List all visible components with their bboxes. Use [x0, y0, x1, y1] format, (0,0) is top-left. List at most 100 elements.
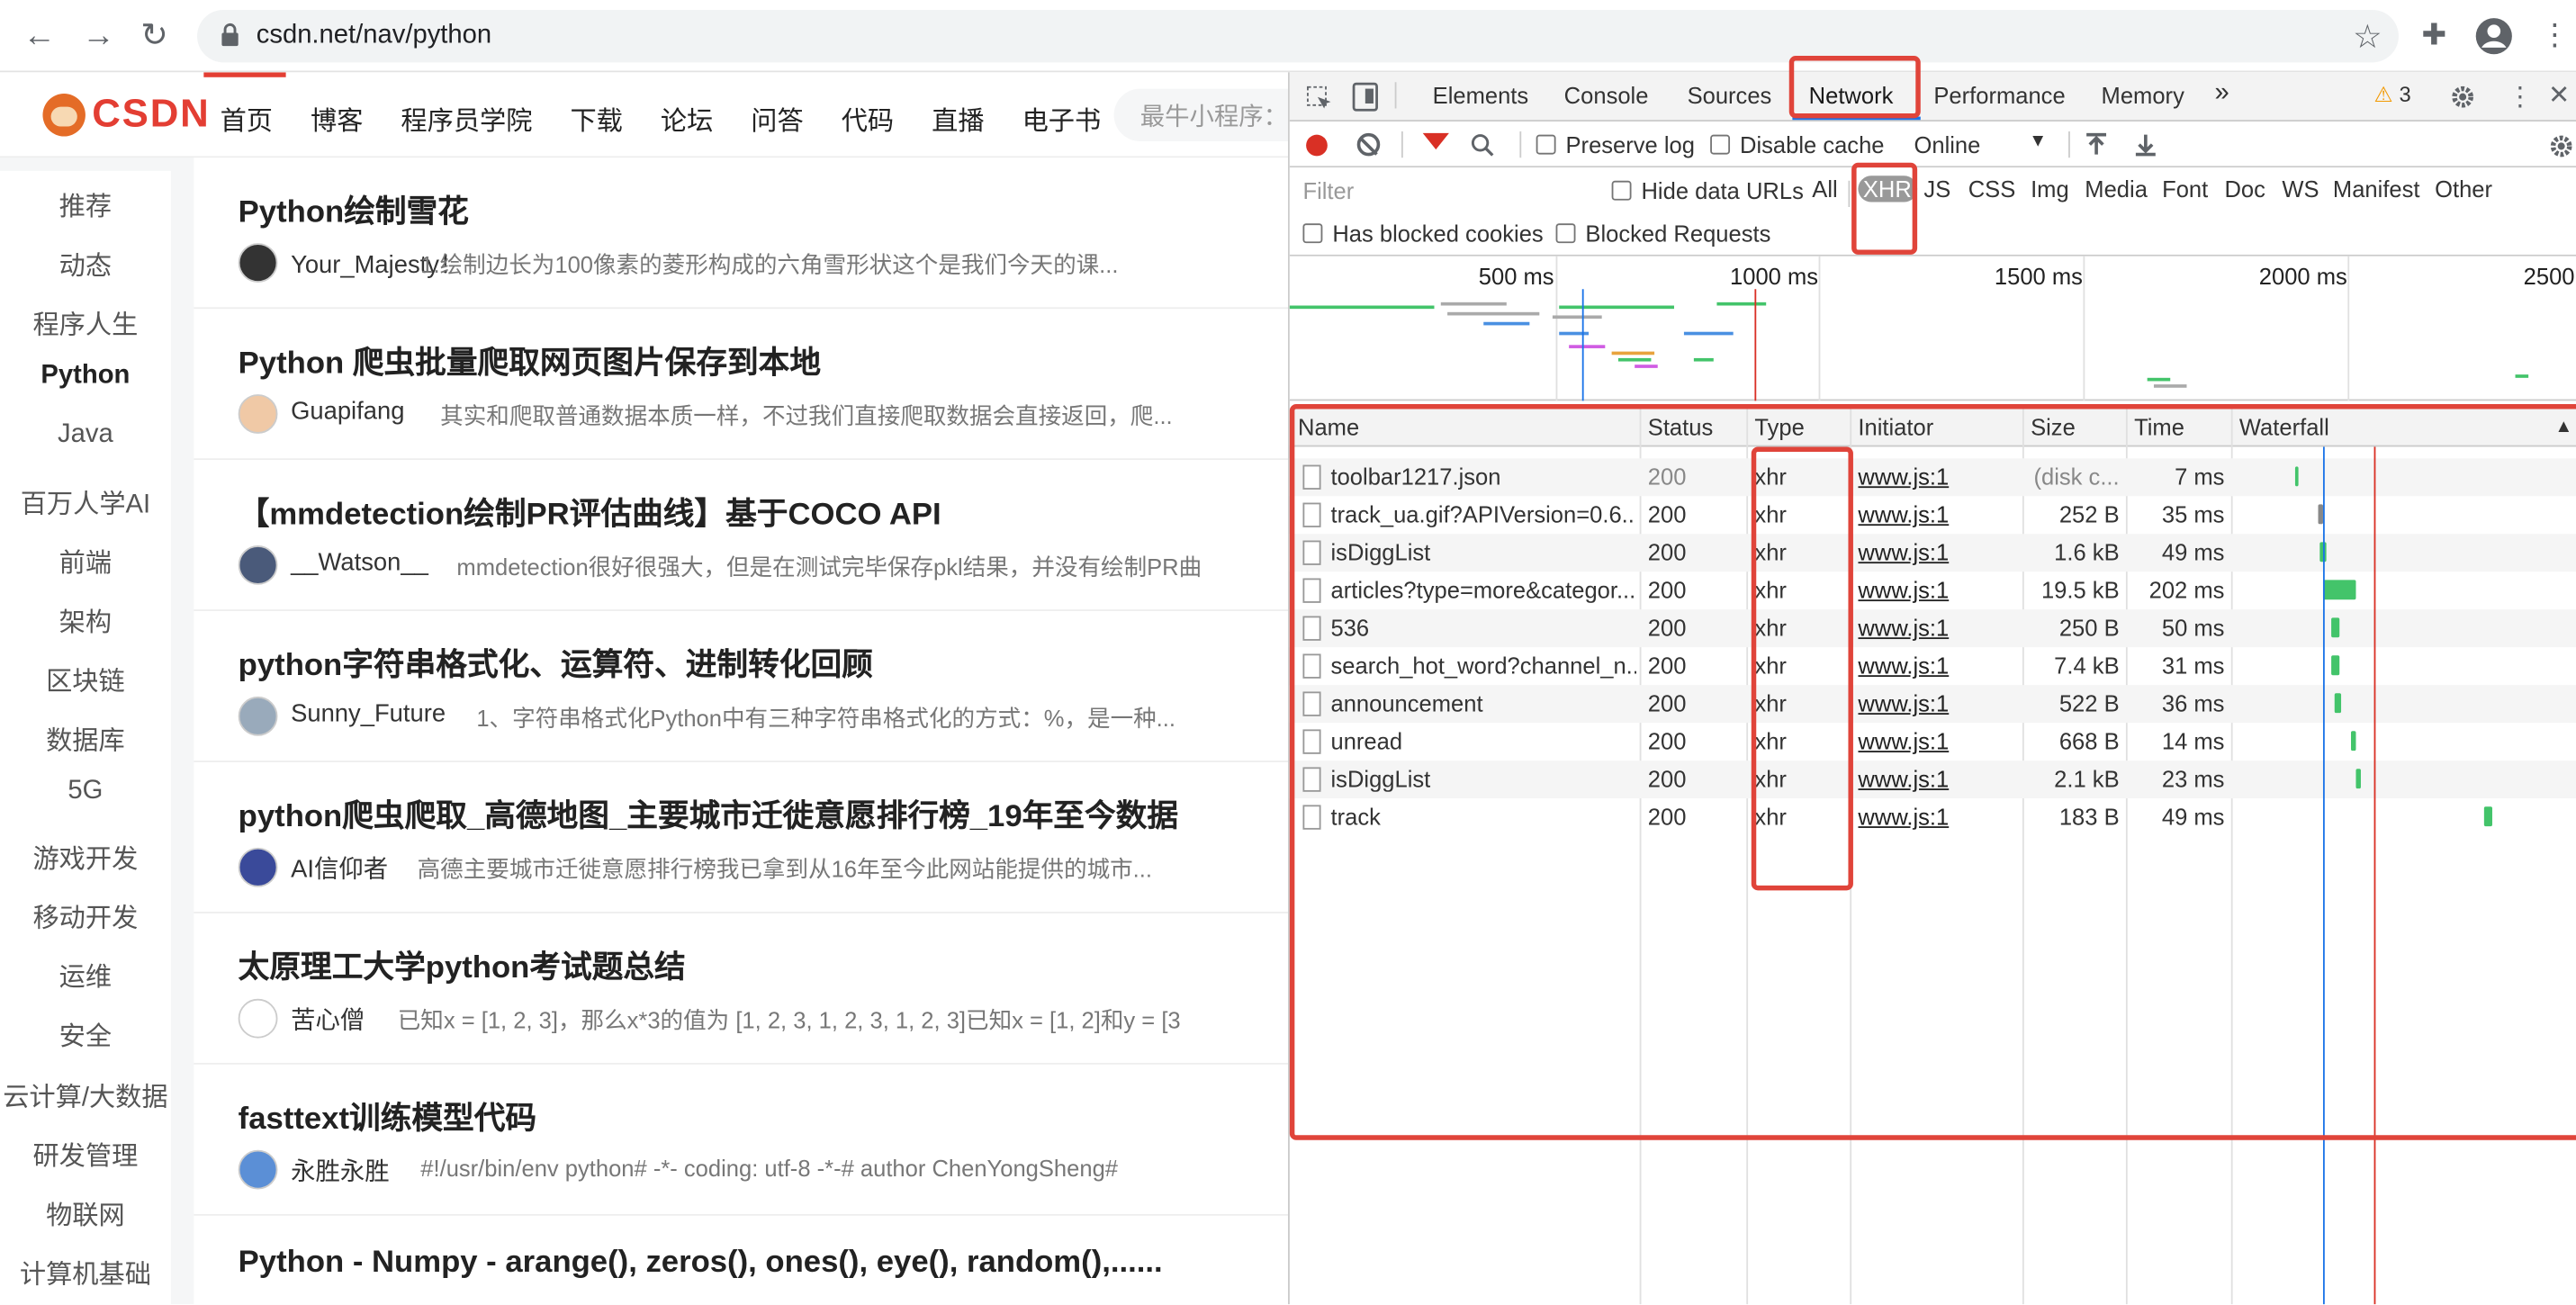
url-text[interactable]: csdn.net/nav/python — [257, 22, 491, 51]
filter-img[interactable]: Img — [2031, 176, 2069, 202]
checkbox-box[interactable] — [1302, 223, 1323, 244]
avatar[interactable] — [238, 696, 278, 736]
record-icon[interactable] — [1306, 134, 1328, 157]
close-icon[interactable]: ✕ — [2548, 79, 2570, 112]
preserve-log-checkbox[interactable]: Preserve log — [1536, 131, 1695, 158]
article-author[interactable]: AI信仰者 — [291, 851, 388, 886]
tab-console[interactable]: Console — [1564, 82, 1649, 108]
article-card[interactable]: python字符串格式化、运算符、进制转化回顾 Sunny_Future 1、字符串… — [194, 611, 1289, 762]
article-author[interactable]: Guapifang — [291, 398, 404, 426]
avatar[interactable] — [238, 243, 278, 283]
sidebar-item[interactable]: 计算机基础 — [0, 1252, 171, 1292]
sidebar-item[interactable]: 游戏开发 — [0, 836, 171, 876]
article-card[interactable]: Python 爬虫批量爬取网页图片保存到本地 Guapifang 其实和爬取普通数据… — [194, 309, 1289, 461]
avatar[interactable] — [238, 544, 278, 585]
sidebar-item[interactable]: Python — [0, 362, 171, 392]
devtools-menu-icon[interactable]: ⋮ — [2507, 80, 2533, 113]
sidebar-item[interactable]: 数据库 — [0, 717, 171, 757]
nav-ebook[interactable]: 电子书 — [1022, 99, 1102, 139]
filter-other[interactable]: Other — [2435, 176, 2492, 202]
warnings-badge[interactable]: ⚠ 3 — [2374, 82, 2411, 108]
csdn-search-input[interactable]: 最牛小程序： — [1113, 88, 1289, 141]
sidebar-item[interactable]: 架构 — [0, 599, 171, 639]
nav-academy[interactable]: 程序员学院 — [401, 99, 532, 139]
filter-js[interactable]: JS — [1923, 176, 1950, 202]
article-card[interactable]: Python绘制雪花 Your_Majesty！ 1.绘制边长为100像素的菱形构成… — [194, 158, 1289, 310]
nav-forum[interactable]: 论坛 — [661, 99, 713, 139]
import-har-icon[interactable] — [2085, 131, 2108, 158]
back-icon[interactable]: ← — [20, 16, 59, 56]
filter-doc[interactable]: Doc — [2224, 176, 2265, 202]
profile-avatar-icon[interactable] — [2474, 16, 2514, 56]
checkbox-box[interactable] — [1536, 134, 1556, 155]
more-tabs-icon[interactable]: » — [2215, 79, 2229, 109]
sidebar-item[interactable]: 动态 — [0, 243, 171, 283]
tab-elements[interactable]: Elements — [1433, 82, 1529, 108]
avatar[interactable] — [238, 847, 278, 887]
article-title[interactable]: Python 爬虫批量爬取网页图片保存到本地 — [239, 338, 821, 382]
filter-manifest[interactable]: Manifest — [2333, 176, 2420, 202]
search-icon[interactable] — [1471, 133, 1495, 158]
article-card[interactable]: fasttext训练模型代码 永胜永胜 #!/usr/bin/env python#… — [194, 1065, 1289, 1216]
article-author[interactable]: Sunny_Future — [291, 700, 446, 728]
checkbox-box[interactable] — [1555, 223, 1576, 244]
nav-code[interactable]: 代码 — [842, 99, 894, 139]
sidebar-item[interactable]: 前端 — [0, 540, 171, 580]
filter-all[interactable]: All — [1812, 176, 1837, 202]
article-card[interactable]: python爬虫爬取_高德地图_主要城市迁徙意愿排行榜_19年至今数据 AI信仰者… — [194, 762, 1289, 914]
has-blocked-cookies-checkbox[interactable]: Has blocked cookies — [1302, 220, 1544, 247]
article-title[interactable]: fasttext训练模型代码 — [239, 1094, 536, 1138]
checkbox-box[interactable] — [1611, 180, 1632, 201]
article-author[interactable]: __Watson__ — [291, 549, 428, 577]
filter-icon[interactable] — [1422, 132, 1449, 150]
sidebar-item[interactable]: 区块链 — [0, 659, 171, 698]
hide-data-urls-checkbox[interactable]: Hide data URLs — [1611, 177, 1804, 203]
extensions-icon[interactable]: ✚ — [2421, 18, 2446, 52]
sidebar-item[interactable]: 百万人学AI — [0, 481, 171, 520]
article-title[interactable]: 太原理工大学python考试题总结 — [239, 943, 686, 987]
bookmark-star-icon[interactable]: ☆ — [2353, 16, 2382, 58]
filter-font[interactable]: Font — [2162, 176, 2208, 202]
avatar[interactable] — [238, 1149, 278, 1190]
filter-ws[interactable]: WS — [2282, 176, 2319, 202]
nav-live[interactable]: 直播 — [932, 99, 984, 139]
tab-sources[interactable]: Sources — [1688, 82, 1772, 108]
sidebar-item[interactable]: 推荐 — [0, 184, 171, 223]
timeline-overview[interactable]: 500 ms 1000 ms 1500 ms 2000 ms 2500 — [1289, 256, 2576, 401]
forward-icon[interactable]: → — [79, 16, 119, 56]
article-title[interactable]: python爬虫爬取_高德地图_主要城市迁徙意愿排行榜_19年至今数据 — [239, 792, 1178, 836]
nav-blog[interactable]: 博客 — [311, 99, 363, 139]
browser-menu-icon[interactable]: ⋮ — [2540, 18, 2570, 52]
article-title[interactable]: python字符串格式化、运算符、进制转化回顾 — [239, 641, 873, 685]
article-card[interactable]: Python - Numpy - arange(), zeros(), ones… — [194, 1216, 1288, 1305]
throttling-select[interactable]: Online — [1914, 131, 1980, 158]
disable-cache-checkbox[interactable]: Disable cache — [1710, 131, 1885, 158]
gear-icon[interactable] — [2450, 84, 2476, 110]
sidebar-item[interactable]: 程序人生 — [0, 302, 171, 342]
tab-performance[interactable]: Performance — [1933, 82, 2065, 108]
reload-icon[interactable]: ↻ — [135, 16, 175, 56]
sidebar-item[interactable]: 研发管理 — [0, 1133, 171, 1173]
sidebar-item[interactable]: 物联网 — [0, 1192, 171, 1232]
sidebar-item[interactable]: 安全 — [0, 1014, 171, 1054]
nav-download[interactable]: 下载 — [570, 99, 622, 139]
article-title[interactable]: Python绘制雪花 — [239, 187, 469, 231]
sidebar-item[interactable]: 运维 — [0, 955, 171, 994]
sidebar-item[interactable]: 云计算/大数据 — [0, 1074, 171, 1113]
filter-css[interactable]: CSS — [1968, 176, 2016, 202]
address-bar[interactable]: csdn.net/nav/python ☆ — [197, 9, 2399, 63]
clear-icon[interactable] — [1356, 132, 1381, 157]
inspect-element-icon[interactable] — [1306, 86, 1332, 112]
blocked-requests-checkbox[interactable]: Blocked Requests — [1555, 220, 1770, 247]
tab-memory[interactable]: Memory — [2102, 82, 2184, 108]
avatar[interactable] — [238, 394, 278, 434]
filter-media[interactable]: Media — [2085, 176, 2148, 202]
sidebar-item[interactable]: 移动开发 — [0, 896, 171, 935]
article-author[interactable]: 永胜永胜 — [291, 1153, 390, 1187]
article-title[interactable]: Python - Numpy - arange(), zeros(), ones… — [239, 1246, 1163, 1282]
article-author[interactable]: 苦心僧 — [291, 1002, 365, 1036]
avatar[interactable] — [238, 998, 278, 1039]
sidebar-item[interactable]: 5G — [0, 777, 171, 806]
csdn-logo[interactable]: CSDN — [42, 92, 210, 138]
sidebar-item[interactable]: Java — [0, 421, 171, 451]
